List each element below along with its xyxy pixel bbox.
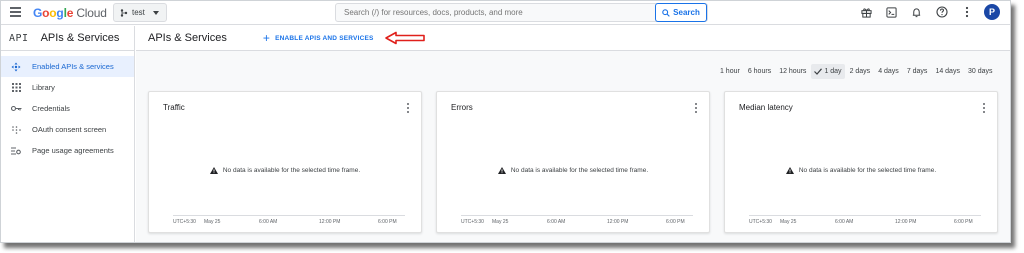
sidebar: API APIs & Services Enabled APIs & servi… bbox=[1, 26, 135, 242]
timeframe-option[interactable]: 12 hours bbox=[776, 64, 810, 79]
gift-icon[interactable] bbox=[859, 5, 874, 20]
axis-tick: 6:00 PM bbox=[954, 219, 973, 225]
axis-timezone: UTC+5:30 bbox=[173, 219, 196, 225]
card-title: Errors bbox=[451, 103, 473, 112]
axis-timezone: UTC+5:30 bbox=[749, 219, 772, 225]
traffic-card: Traffic No data is available for the sel… bbox=[148, 91, 422, 233]
axis-tick: 6:00 AM bbox=[259, 219, 278, 225]
dots-icon bbox=[10, 124, 22, 136]
search-input[interactable] bbox=[336, 4, 651, 21]
project-name: test bbox=[132, 8, 145, 17]
timeframe-option[interactable]: 7 days bbox=[903, 64, 931, 79]
project-tree-icon bbox=[120, 8, 128, 17]
sidebar-item-page-usage[interactable]: Page usage agreements bbox=[1, 140, 134, 161]
hub-icon bbox=[10, 61, 22, 73]
search-icon bbox=[662, 8, 670, 17]
x-axis: UTC+5:30 May 25 6:00 AM 12:00 PM 6:00 PM bbox=[749, 219, 989, 229]
api-icon: API bbox=[9, 32, 29, 44]
card-title: Traffic bbox=[163, 103, 185, 112]
sidebar-item-enabled-apis[interactable]: Enabled APIs & services bbox=[1, 56, 134, 77]
axis-timezone: UTC+5:30 bbox=[461, 219, 484, 225]
enable-apis-button[interactable]: + ENABLE APIS AND SERVICES bbox=[262, 31, 374, 45]
x-axis: UTC+5:30 May 25 6:00 AM 12:00 PM 6:00 PM bbox=[461, 219, 701, 229]
axis-tick: May 25 bbox=[780, 219, 797, 225]
notifications-bell-icon[interactable] bbox=[909, 5, 924, 20]
no-data-message: No data is available for the selected ti… bbox=[725, 167, 997, 174]
timeframe-option[interactable]: 1 hour bbox=[716, 64, 743, 79]
sidebar-nav: Enabled APIs & services Library Credenti… bbox=[1, 56, 134, 161]
more-vertical-icon[interactable] bbox=[405, 102, 411, 114]
median-latency-card: Median latency No data is available for … bbox=[724, 91, 998, 233]
help-icon[interactable] bbox=[934, 5, 949, 20]
grid-icon bbox=[10, 82, 22, 94]
timeframe-option[interactable]: 2 days bbox=[846, 64, 874, 79]
plus-icon: + bbox=[262, 31, 271, 45]
axis-tick: 12:00 PM bbox=[319, 219, 341, 225]
timeframe-option-selected[interactable]: 1 day bbox=[810, 64, 846, 79]
no-data-text: No data is available for the selected ti… bbox=[510, 167, 649, 174]
axis-tick: 6:00 PM bbox=[666, 219, 685, 225]
sidebar-item-library[interactable]: Library bbox=[1, 77, 134, 98]
warning-icon bbox=[209, 167, 218, 174]
axis-tick: 6:00 AM bbox=[547, 219, 566, 225]
axis-tick: 6:00 AM bbox=[835, 219, 854, 225]
sidebar-item-label: Enabled APIs & services bbox=[32, 62, 114, 71]
menu-icon[interactable] bbox=[10, 7, 21, 17]
timeframe-label: 1 day bbox=[824, 68, 842, 75]
page-title: APIs & Services bbox=[148, 32, 227, 44]
timeframe-option[interactable]: 4 days bbox=[875, 64, 903, 79]
sidebar-item-label: Page usage agreements bbox=[32, 146, 114, 155]
toolbar-icons: P bbox=[859, 4, 1000, 20]
project-selector[interactable]: test bbox=[113, 3, 167, 22]
sidebar-item-label: Credentials bbox=[32, 104, 70, 113]
enable-apis-label: ENABLE APIS AND SERVICES bbox=[275, 34, 374, 42]
axis-tick: May 25 bbox=[204, 219, 221, 225]
timeframe-option[interactable]: 14 days bbox=[932, 64, 964, 79]
axis-tick: 12:00 PM bbox=[895, 219, 917, 225]
timeframe-option[interactable]: 6 hours bbox=[744, 64, 774, 79]
key-icon bbox=[10, 103, 22, 115]
warning-icon bbox=[497, 167, 506, 174]
sidebar-header: API APIs & Services bbox=[1, 26, 134, 51]
chevron-down-icon bbox=[152, 10, 159, 15]
check-icon bbox=[814, 68, 823, 75]
timeframe-option[interactable]: 30 days bbox=[964, 64, 996, 79]
axis-tick: 12:00 PM bbox=[607, 219, 629, 225]
search-button[interactable]: Search bbox=[655, 3, 707, 22]
console-window: Google Cloud test Search (/) for resourc… bbox=[0, 0, 1011, 243]
more-vertical-icon[interactable] bbox=[693, 102, 699, 114]
errors-card: Errors No data is available for the sele… bbox=[436, 91, 710, 233]
account-avatar[interactable]: P bbox=[984, 4, 1000, 20]
sidebar-item-credentials[interactable]: Credentials bbox=[1, 98, 134, 119]
search-box: Search bbox=[335, 3, 708, 22]
top-bar: Google Cloud test Search (/) for resourc… bbox=[1, 1, 1010, 25]
main-content: APIs & Services + ENABLE APIS AND SERVIC… bbox=[136, 26, 1010, 242]
card-title: Median latency bbox=[739, 103, 793, 112]
sidebar-title: APIs & Services bbox=[40, 32, 120, 44]
google-cloud-logo[interactable]: Google Cloud bbox=[33, 6, 107, 20]
no-data-message: No data is available for the selected ti… bbox=[437, 167, 709, 174]
more-vertical-icon[interactable] bbox=[959, 5, 974, 20]
more-vertical-icon[interactable] bbox=[981, 102, 987, 114]
sidebar-item-label: Library bbox=[32, 83, 55, 92]
page-header: APIs & Services + ENABLE APIS AND SERVIC… bbox=[136, 26, 1010, 51]
metrics-cards: Traffic No data is available for the sel… bbox=[148, 91, 998, 233]
annotation-arrow-icon bbox=[384, 31, 425, 45]
cloud-shell-icon[interactable] bbox=[884, 5, 899, 20]
settings-list-icon bbox=[10, 145, 22, 157]
axis-tick: May 25 bbox=[492, 219, 509, 225]
time-range-selector: 1 hour 6 hours 12 hours 1 day 2 days 4 d… bbox=[716, 64, 996, 79]
sidebar-item-oauth-consent[interactable]: OAuth consent screen bbox=[1, 119, 134, 140]
axis-tick: 6:00 PM bbox=[378, 219, 397, 225]
no-data-text: No data is available for the selected ti… bbox=[222, 167, 361, 174]
no-data-message: No data is available for the selected ti… bbox=[149, 167, 421, 174]
warning-icon bbox=[785, 167, 794, 174]
search-button-label: Search bbox=[673, 8, 700, 17]
sidebar-item-label: OAuth consent screen bbox=[32, 125, 107, 134]
no-data-text: No data is available for the selected ti… bbox=[798, 167, 937, 174]
x-axis: UTC+5:30 May 25 6:00 AM 12:00 PM 6:00 PM bbox=[173, 219, 413, 229]
